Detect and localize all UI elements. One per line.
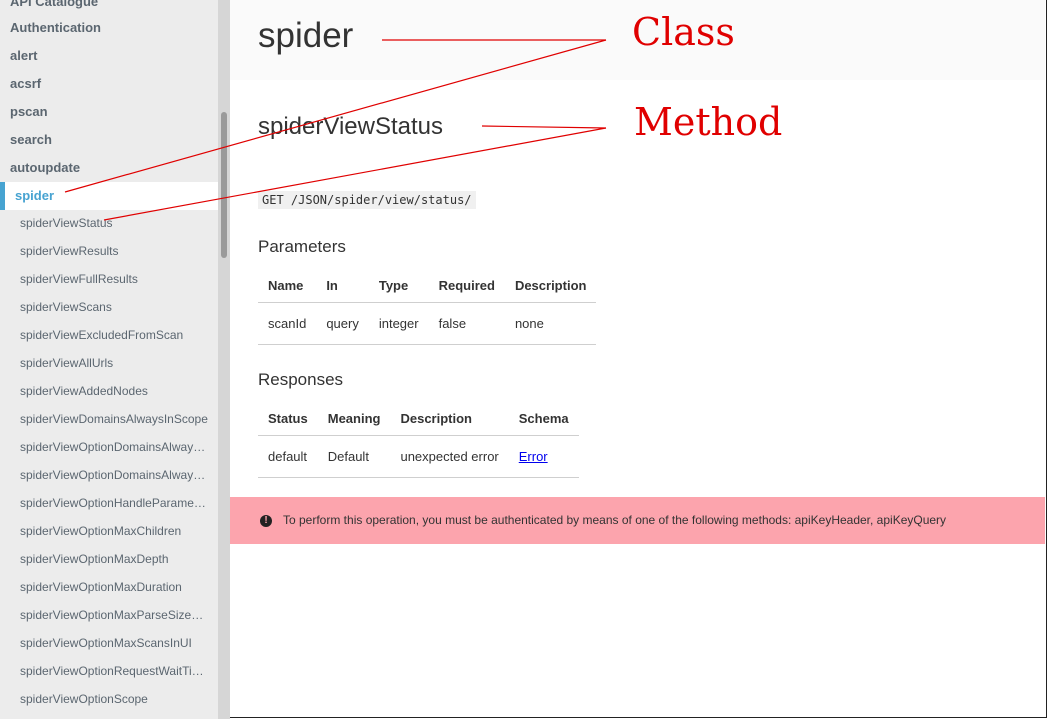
sidebar-subitem[interactable]: spiderViewOptionHandleParame… (20, 496, 208, 510)
sidebar-item-acsrf[interactable]: acsrf (10, 76, 41, 91)
sidebar-subitem[interactable]: spiderViewStatus (20, 216, 208, 230)
responses-header-row: Status Meaning Description Schema (258, 402, 579, 436)
auth-notice-text: To perform this operation, you must be a… (283, 513, 947, 527)
sidebar-item-authentication[interactable]: Authentication (10, 20, 101, 35)
table-cell: default (258, 435, 318, 478)
sidebar-scroll-track[interactable] (218, 0, 230, 719)
schema-link[interactable]: Error (519, 449, 548, 464)
sidebar-item-pscan[interactable]: pscan (10, 104, 48, 119)
class-title: spider (258, 16, 354, 55)
sidebar-subitem[interactable]: spiderViewResults (20, 244, 208, 258)
table-cell: Default (317, 435, 391, 478)
sidebar-item-alert[interactable]: alert (10, 48, 37, 63)
table-row: scanId query integer false none (258, 302, 597, 345)
sidebar-subitem[interactable]: spiderViewOptionMaxChildren (20, 524, 208, 538)
table-cell: Error (508, 435, 579, 478)
parameters-table: Name In Type Required Description scanId quer… (258, 269, 597, 345)
table-header-cell: Type (368, 269, 429, 303)
table-cell: none (504, 302, 597, 345)
sidebar-subitem[interactable]: spiderViewOptionScope (20, 692, 208, 706)
table-header-cell: Meaning (317, 402, 391, 436)
table-cell: query (316, 302, 369, 345)
method-title: spiderViewStatus (258, 113, 443, 140)
class-annotation-label: Class (632, 10, 735, 54)
auth-notice-banner: ! To perform this operation, you must be… (230, 497, 1045, 544)
sidebar-subitem[interactable]: spiderViewOptionMaxDuration (20, 580, 208, 594)
table-header-cell: Name (258, 269, 317, 303)
parameters-header-row: Name In Type Required Description (258, 269, 597, 303)
table-header-cell: Schema (508, 402, 579, 436)
sidebar-subitem[interactable]: spiderViewFullResults (20, 272, 208, 286)
sidebar-subitem[interactable]: spiderViewOptionDomainsAlway… (20, 468, 208, 482)
table-header-cell: Description (504, 269, 597, 303)
table-header-cell: Status (258, 402, 318, 436)
sidebar-subitem[interactable]: spiderViewOptionRequestWaitTi… (20, 664, 208, 678)
sidebar-subitem[interactable]: spiderViewScans (20, 300, 208, 314)
sidebar-item-spider[interactable]: spider (0, 182, 218, 210)
responses-heading: Responses (258, 370, 344, 389)
sidebar-subitem[interactable]: spiderViewExcludedFromScan (20, 328, 208, 342)
exclamation-circle-icon: ! (260, 515, 272, 527)
parameters-heading: Parameters (258, 237, 346, 256)
table-row: default Default unexpected error Error (258, 435, 579, 478)
sidebar-item-autoupdate[interactable]: autoupdate (10, 160, 80, 175)
endpoint-code: GET /JSON/spider/view/status/ (258, 191, 476, 209)
sidebar-subitem[interactable]: spiderViewOptionDomainsAlway… (20, 440, 208, 454)
sidebar-scrollbar-thumb[interactable] (221, 112, 227, 258)
method-annotation-label: Method (634, 100, 783, 144)
sidebar-item-api-catalogue[interactable]: API Catalogue (10, 0, 98, 9)
table-cell: integer (368, 302, 429, 345)
sidebar: API Catalogue Authentication alert acsrf… (0, 0, 218, 719)
table-cell: unexpected error (390, 435, 509, 478)
sidebar-item-label: spider (15, 188, 55, 203)
sidebar-subitem[interactable]: spiderViewDomainsAlwaysInScope (20, 412, 208, 426)
table-cell: scanId (258, 302, 317, 345)
sidebar-subitem[interactable]: spiderViewAllUrls (20, 356, 208, 370)
sidebar-subitem[interactable]: spiderViewOptionMaxDepth (20, 552, 208, 566)
sidebar-subitem[interactable]: spiderViewAddedNodes (20, 384, 208, 398)
sidebar-item-search[interactable]: search (10, 132, 52, 147)
table-header-cell: Required (428, 269, 505, 303)
table-header-cell: Description (390, 402, 509, 436)
sidebar-subitem[interactable]: spiderViewOptionMaxScansInUI (20, 636, 208, 650)
responses-table: Status Meaning Description Schema default De… (258, 402, 579, 478)
table-header-cell: In (316, 269, 369, 303)
sidebar-subitem[interactable]: spiderViewOptionMaxParseSize… (20, 608, 208, 622)
table-cell: false (428, 302, 505, 345)
